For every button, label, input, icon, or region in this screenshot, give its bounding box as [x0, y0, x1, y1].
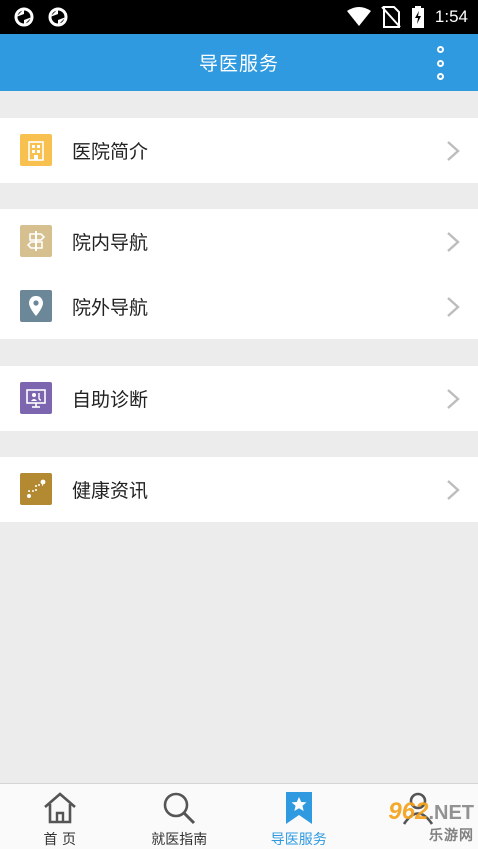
- wifi-icon: [346, 7, 371, 27]
- watermark-top: 962.NET: [388, 797, 474, 825]
- menu-group-news: 健康资讯: [0, 457, 478, 522]
- app-bar: 导医服务: [0, 34, 478, 91]
- menu-group-diagnosis: 自助诊断: [0, 366, 478, 431]
- nav-label: 首 页: [43, 832, 76, 848]
- menu-item-indoor-navigation[interactable]: 院内导航: [0, 209, 478, 274]
- watermark-logo: 962.NET 乐游网: [336, 799, 474, 845]
- menu-group-intro: 医院简介: [0, 118, 478, 183]
- nav-label: 导医服务: [270, 832, 327, 848]
- chevron-right-icon: [447, 480, 460, 500]
- menu-label: 医院简介: [72, 141, 149, 163]
- status-time: 1:54: [434, 7, 468, 26]
- route-icon: [20, 473, 52, 505]
- status-left: [12, 5, 70, 29]
- menu-label: 院内导航: [72, 232, 149, 254]
- menu-label: 健康资讯: [72, 480, 149, 502]
- no-sim-icon: [381, 6, 401, 28]
- menu-item-health-news[interactable]: 健康资讯: [0, 457, 478, 522]
- hospital-building-icon: [20, 134, 52, 166]
- signpost-icon: [20, 225, 52, 257]
- menu-label: 自助诊断: [72, 389, 149, 411]
- monitor-doctor-icon: [20, 382, 52, 414]
- bottom-nav: 首 页 就医指南 导医服务 962.NET 乐游网: [0, 783, 478, 849]
- watermark-bottom: 乐游网: [429, 827, 474, 844]
- more-vertical-icon[interactable]: [428, 46, 452, 80]
- nav-item-guide[interactable]: 就医指南: [120, 784, 240, 849]
- chevron-right-icon: [447, 232, 460, 252]
- battery-charging-icon: [411, 6, 425, 28]
- sync-icon: [46, 5, 70, 29]
- chevron-right-icon: [447, 389, 460, 409]
- search-icon: [161, 790, 197, 826]
- location-pin-icon: [20, 290, 52, 322]
- status-bar: 1:54: [0, 0, 478, 34]
- menu-item-outdoor-navigation[interactable]: 院外导航: [0, 274, 478, 339]
- chevron-right-icon: [447, 297, 460, 317]
- menu-item-self-diagnosis[interactable]: 自助诊断: [0, 366, 478, 431]
- status-right: 1:54: [346, 6, 468, 28]
- home-icon: [42, 790, 78, 826]
- bookmark-star-icon: [284, 790, 314, 826]
- menu-item-hospital-intro[interactable]: 医院简介: [0, 118, 478, 183]
- sync-icon: [12, 5, 36, 29]
- menu-label: 院外导航: [72, 297, 149, 319]
- nav-item-home[interactable]: 首 页: [0, 784, 120, 849]
- nav-label: 就医指南: [151, 832, 208, 848]
- chevron-right-icon: [447, 141, 460, 161]
- page-title: 导医服务: [198, 53, 279, 75]
- menu-group-navigation: 院内导航 院外导航: [0, 209, 478, 339]
